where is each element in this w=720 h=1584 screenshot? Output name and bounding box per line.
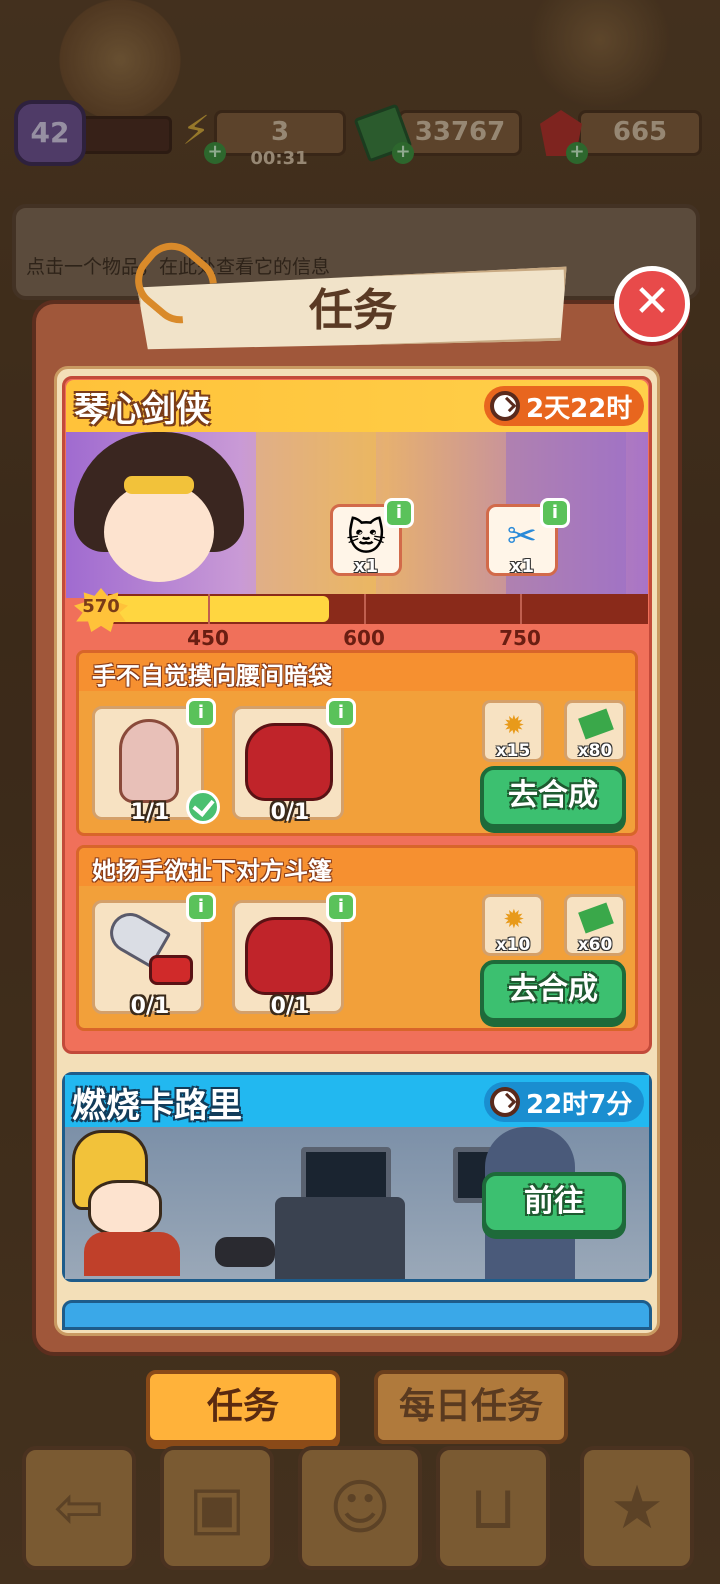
- info-icon[interactable]: i: [540, 498, 570, 528]
- event-timer-text: 22时7分: [526, 1089, 633, 1120]
- reward-qty: x1: [509, 556, 535, 577]
- item-count: 0/1: [270, 800, 310, 825]
- info-icon[interactable]: i: [326, 698, 356, 728]
- reward-qty: x1: [353, 556, 379, 577]
- tab-tasks[interactable]: 任务: [146, 1370, 340, 1444]
- milestone-label: 450: [187, 626, 229, 650]
- go-merge-button[interactable]: 去合成: [480, 960, 626, 1022]
- event-title: 燃烧卡路里: [72, 1086, 242, 1126]
- clipboard-icon: ★: [610, 1473, 664, 1543]
- event-points: 570: [82, 596, 120, 617]
- event-timer-text: 2天22时: [526, 393, 633, 424]
- event-timer: 2天22时: [484, 386, 645, 426]
- go-button[interactable]: 前往: [482, 1172, 626, 1234]
- event-timer: 22时7分: [484, 1082, 645, 1122]
- go-merge-button[interactable]: 去合成: [480, 766, 626, 828]
- milestone-label: 600: [343, 626, 385, 650]
- modal-title: 任务: [309, 285, 397, 336]
- info-icon[interactable]: i: [326, 892, 356, 922]
- lucky-cat-icon: 🐱: [346, 515, 386, 559]
- scissors-badge-icon: ✂: [506, 516, 538, 557]
- gloves-icon: [245, 917, 333, 995]
- cash-stack-icon: [578, 902, 614, 934]
- event-title: 琴心剑侠: [74, 390, 210, 430]
- heroine-portrait: [74, 432, 244, 592]
- info-icon[interactable]: i: [384, 498, 414, 528]
- star-point-icon: ✹: [503, 905, 525, 935]
- subtask-title: 手不自觉摸向腰间暗袋: [92, 662, 332, 690]
- basket-icon: ⊔: [469, 1473, 517, 1543]
- event-card-partial: [62, 1300, 652, 1330]
- task-reward: x80: [564, 700, 626, 762]
- close-button[interactable]: ✕: [614, 266, 690, 342]
- cash-stack-icon: [578, 708, 614, 740]
- item-count: 0/1: [270, 994, 310, 1019]
- tasks-nav-button[interactable]: ★: [580, 1446, 694, 1570]
- close-icon: ✕: [633, 276, 671, 327]
- inventory-button[interactable]: ▣: [160, 1446, 274, 1570]
- item-count: 0/1: [130, 994, 170, 1019]
- back-button[interactable]: ⇦: [22, 1446, 136, 1570]
- shop-cat-button[interactable]: ☺: [298, 1446, 422, 1570]
- checkmark-icon: [186, 790, 220, 824]
- event-progress-fill: [108, 596, 330, 622]
- task-reward: x60: [564, 894, 626, 956]
- info-icon[interactable]: i: [186, 892, 216, 922]
- vase-icon: [119, 719, 179, 803]
- clock-icon: [490, 1087, 520, 1117]
- gloves-icon: [245, 723, 333, 801]
- dumbbell-icon: [215, 1237, 275, 1267]
- tab-daily-tasks[interactable]: 每日任务: [374, 1370, 568, 1444]
- arrow-left-icon: ⇦: [53, 1473, 105, 1543]
- subtask-title: 她扬手欲扯下对方斗篷: [92, 857, 332, 885]
- backpack-icon: ▣: [188, 1473, 246, 1543]
- task-reward: ✹ x15: [482, 700, 544, 762]
- market-button[interactable]: ⊔: [436, 1446, 550, 1570]
- milestone-label: 750: [499, 626, 541, 650]
- task-reward: ✹ x10: [482, 894, 544, 956]
- clock-icon: [490, 391, 520, 421]
- star-point-icon: ✹: [503, 711, 525, 741]
- info-icon[interactable]: i: [186, 698, 216, 728]
- lucky-cat-icon: ☺: [328, 1473, 392, 1543]
